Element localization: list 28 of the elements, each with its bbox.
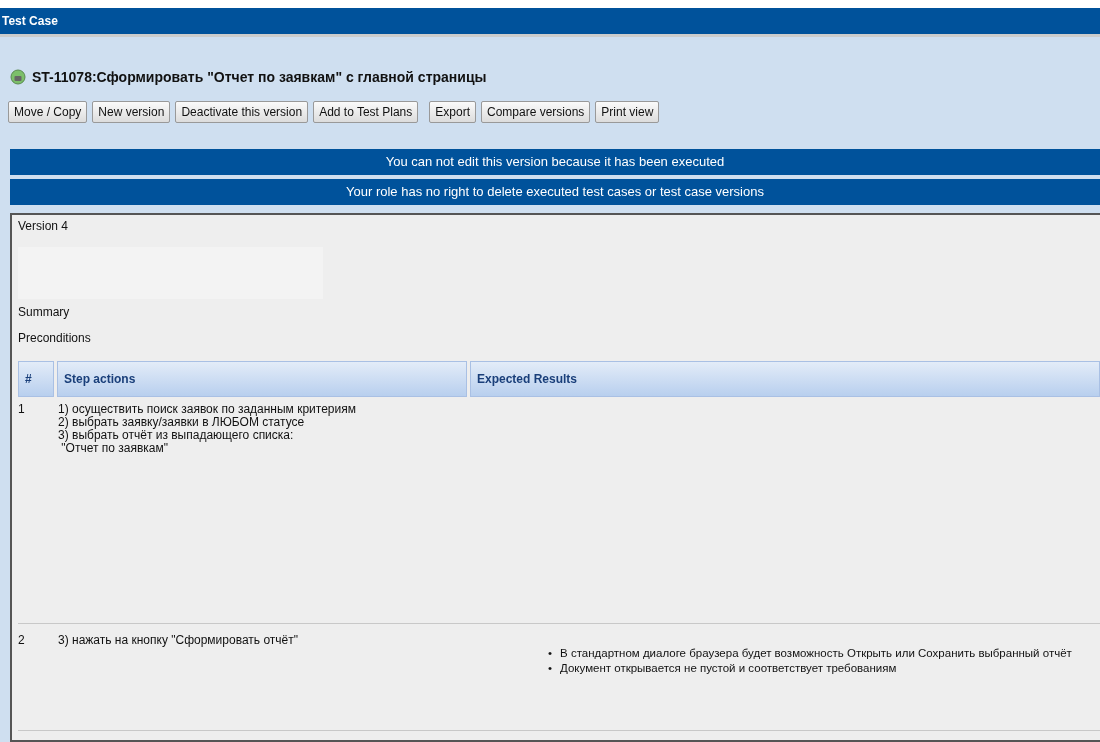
window-title: Test Case [2,14,58,28]
expected-result-item: В стандартном диалоге браузера будет возможность Открыть или Сохранить выбранный отчёт [560,646,1072,661]
step-action-line: "Отчет по заявкам" [61,442,170,455]
expected-result-item: Документ открывается не пустой и соответствует требованиям [560,661,897,676]
notice-banner: Your role has no right to delete executed test cases or test case versions [10,179,1100,205]
step-number: 2 [18,634,26,647]
step-action-line: 2) выбрать заявку/заявки в ЛЮБОМ статусе [58,416,305,429]
toolbar-button[interactable]: Compare versions [481,101,591,123]
column-header: Step actions [57,361,467,397]
toolbar-button[interactable]: New version [92,101,171,123]
toolbar-button[interactable]: Add to Test Plans [313,101,419,123]
bullet-marker: • [548,646,553,661]
step-action-line: 3) нажать на кнопку "Сформировать отчёт" [58,634,299,647]
preconditions-label: Preconditions [18,331,92,347]
version-label: Version 4 [18,219,70,235]
toolbar-button[interactable]: Deactivate this version [175,101,309,123]
test-case-heading: ST-11078:Сформировать "Отчет по заявкам" с главной страницы [32,69,487,85]
toolbar-button[interactable]: Export [429,101,476,123]
notice-banner: You can not edit this version because it has been executed [10,149,1100,175]
summary-label: Summary [18,305,71,321]
toolbar-button[interactable]: Move / Copy [8,101,88,123]
step-action-line: 1) осуществить поиск заявок по заданным критериям [58,403,357,416]
step-action-line: 3) выбрать отчёт из выпадающего списка: [58,429,294,442]
column-header: Expected Results [470,361,1100,397]
step-number: 1 [18,403,26,416]
bullet-marker: • [548,661,553,676]
toolbar-button[interactable]: Print view [595,101,660,123]
column-header: # [18,361,54,397]
